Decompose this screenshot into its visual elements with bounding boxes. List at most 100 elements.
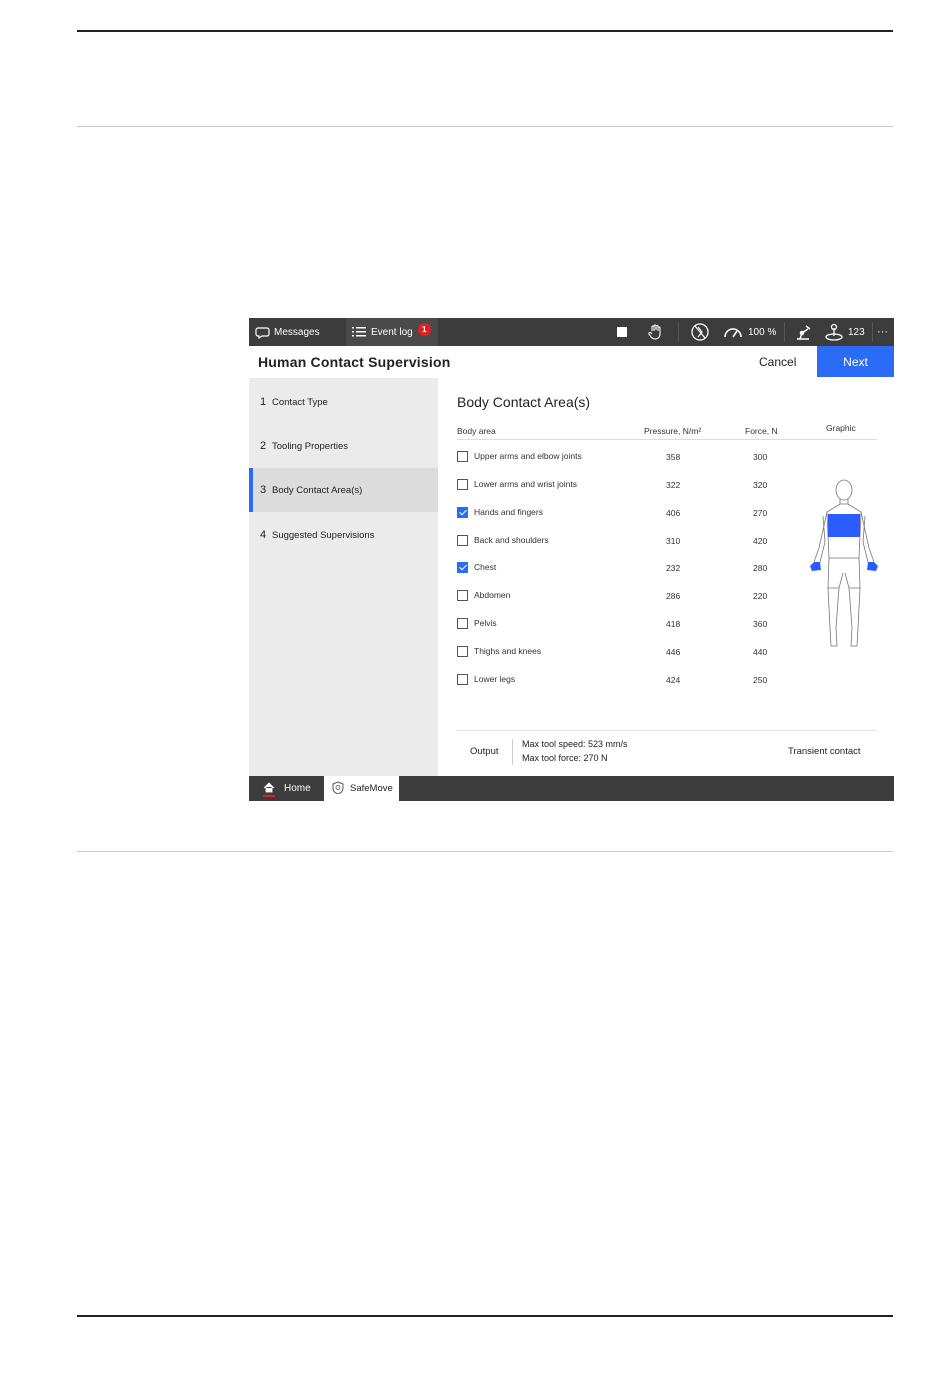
body-area-label: Lower legs <box>474 674 516 684</box>
body-area-row[interactable]: Chest 232 280 <box>457 562 767 578</box>
body-area-row[interactable]: Pelvis 418 360 <box>457 618 767 634</box>
home-button[interactable]: Home <box>249 776 324 801</box>
header-divider <box>457 439 877 440</box>
divider <box>872 322 873 342</box>
step-number: 2 <box>260 440 267 452</box>
counter-value: 123 <box>848 326 865 338</box>
pressure-value: 424 <box>666 675 681 685</box>
pressure-value: 418 <box>666 619 681 629</box>
force-value: 270 <box>753 508 768 518</box>
force-value: 320 <box>753 480 768 490</box>
wizard-steps: 1 Contact Type 2 Tooling Properties 3 Bo… <box>249 378 438 776</box>
body-area-row[interactable]: Abdomen 286 220 <box>457 590 767 606</box>
stop-button[interactable] <box>617 318 628 346</box>
speedometer-icon <box>723 325 743 339</box>
body-area-label: Upper arms and elbow joints <box>474 451 582 461</box>
divider <box>678 322 679 342</box>
body-area-label: Hands and fingers <box>474 507 543 517</box>
force-value: 220 <box>753 591 768 601</box>
section-divider-bottom <box>77 851 893 852</box>
checkbox[interactable] <box>457 479 468 490</box>
max-tool-force: Max tool force: 270 N <box>522 753 608 763</box>
event-log-button[interactable]: Event log 1 <box>346 318 438 346</box>
body-area-label: Abdomen <box>474 590 511 600</box>
checkbox[interactable] <box>457 590 468 601</box>
list-icon <box>352 326 366 338</box>
messages-icon <box>255 326 270 339</box>
main-panel: Body Contact Area(s) Body area Pressure,… <box>438 378 894 776</box>
checkbox[interactable] <box>457 674 468 685</box>
step-tooling-properties[interactable]: 2 Tooling Properties <box>249 424 438 468</box>
step-body-contact-areas[interactable]: 3 Body Contact Area(s) <box>249 468 438 512</box>
contact-type-value: Transient contact <box>788 746 861 757</box>
step-label: Tooling Properties <box>272 440 349 452</box>
page-title: Human Contact Supervision <box>258 354 451 370</box>
body-area-label: Pelvis <box>474 618 497 628</box>
jog-button[interactable]: 123 <box>824 318 865 346</box>
body-area-row[interactable]: Thighs and knees 446 440 <box>457 646 767 662</box>
output-separator <box>512 739 513 765</box>
robot-button[interactable] <box>794 318 812 346</box>
right-hand-highlight <box>867 562 878 571</box>
bottom-bar: Home SafeMove <box>249 776 894 801</box>
step-contact-type[interactable]: 1 Contact Type <box>249 380 438 424</box>
body-area-row[interactable]: Back and shoulders 310 420 <box>457 535 767 551</box>
force-value: 440 <box>753 647 768 657</box>
step-label: Suggested Supervisions <box>272 529 375 541</box>
step-number: 4 <box>260 529 267 541</box>
step-suggested-supervisions[interactable]: 4 Suggested Supervisions <box>249 513 438 557</box>
pressure-value: 322 <box>666 480 681 490</box>
home-label: Home <box>284 783 311 794</box>
hand-icon <box>647 323 665 341</box>
checkbox[interactable] <box>457 618 468 629</box>
column-header-graphic: Graphic <box>826 423 856 433</box>
step-number: 1 <box>260 396 267 408</box>
body-area-row[interactable]: Lower arms and wrist joints 322 320 <box>457 479 767 495</box>
body-area-row[interactable]: Lower legs 424 250 <box>457 674 767 690</box>
wizard-header: Human Contact Supervision Cancel Next <box>249 346 894 379</box>
pressure-value: 406 <box>666 508 681 518</box>
page-top-rule <box>77 30 893 32</box>
next-button[interactable]: Next <box>817 346 894 377</box>
column-header-body-area: Body area <box>457 426 496 436</box>
home-icon <box>263 781 275 796</box>
body-area-label: Lower arms and wrist joints <box>474 479 577 489</box>
pressure-value: 232 <box>666 563 681 573</box>
checkbox[interactable] <box>457 646 468 657</box>
body-area-label: Back and shoulders <box>474 535 549 545</box>
output-label: Output <box>470 746 499 757</box>
output-divider <box>457 730 877 731</box>
speed-value: 100 % <box>748 326 777 338</box>
messages-label: Messages <box>274 326 320 338</box>
checkbox[interactable] <box>457 451 468 462</box>
body-graphic <box>799 478 889 656</box>
safemove-tab[interactable]: SafeMove <box>324 776 399 801</box>
checkbox-checked[interactable] <box>457 507 468 518</box>
pressure-value: 446 <box>666 647 681 657</box>
speed-button[interactable]: 100 % <box>723 318 776 346</box>
robot-arm-icon <box>794 323 812 341</box>
body-area-row[interactable]: Hands and fingers 406 270 <box>457 507 767 523</box>
messages-button[interactable]: Messages <box>255 318 320 346</box>
body-area-row[interactable]: Upper arms and elbow joints 358 300 <box>457 451 767 467</box>
step-label: Body Contact Area(s) <box>272 484 363 496</box>
more-icon: ··· <box>877 326 888 338</box>
checkbox-checked[interactable] <box>457 562 468 573</box>
app-window: Messages Event log 1 100 % 123 ··· Human… <box>249 318 894 801</box>
step-number: 3 <box>260 484 267 496</box>
force-value: 300 <box>753 452 768 462</box>
motor-off-icon <box>690 322 710 342</box>
pressure-value: 310 <box>666 536 681 546</box>
home-active-indicator <box>263 795 275 797</box>
event-log-label: Event log <box>371 326 413 338</box>
motor-off-button[interactable] <box>690 318 710 346</box>
column-header-pressure: Pressure, N/m² <box>644 426 702 436</box>
cancel-button[interactable]: Cancel <box>759 355 796 369</box>
joystick-icon <box>824 323 844 341</box>
more-button[interactable]: ··· <box>877 318 888 346</box>
left-hand-highlight <box>810 562 821 571</box>
hand-icon-button[interactable] <box>647 318 665 346</box>
page-bottom-rule <box>77 1315 893 1317</box>
checkbox[interactable] <box>457 535 468 546</box>
active-step-indicator <box>249 468 253 512</box>
